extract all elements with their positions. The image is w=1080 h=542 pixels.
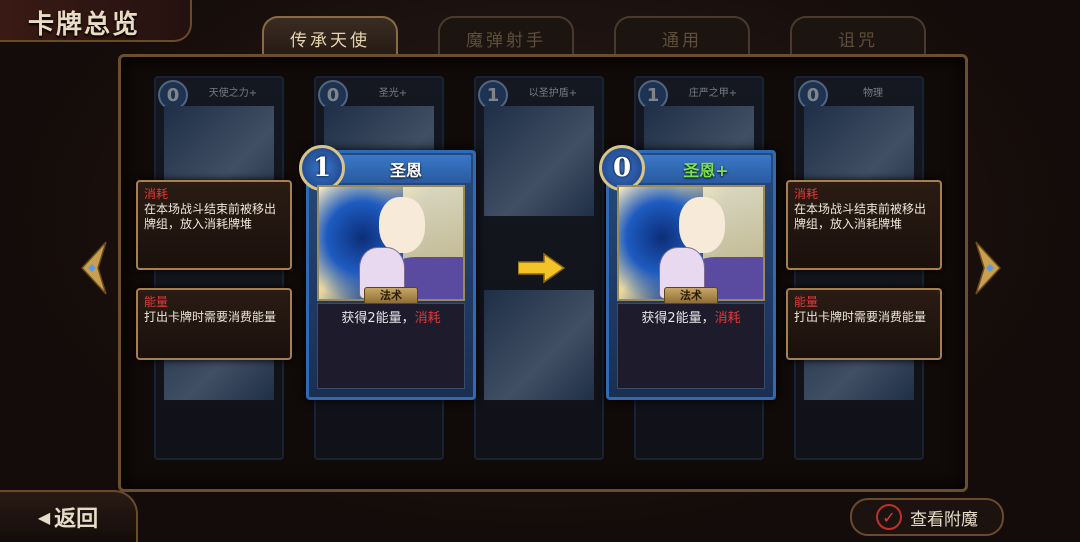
desc-keyword: 消耗: [414, 311, 441, 326]
tooltip-title: 能量: [794, 295, 819, 309]
tooltip-body: 在本场战斗结束前被移出牌组，放入消耗牌堆: [794, 202, 927, 231]
card-description: 获得2能量，消耗: [317, 303, 465, 389]
card-art: [484, 106, 594, 216]
tab-bar: 传承天使 魔弹射手 通用 诅咒: [262, 16, 926, 58]
tooltip-title: 能量: [144, 295, 169, 309]
card-name: 物理: [863, 88, 883, 99]
card-name: 圣恩+: [683, 161, 729, 180]
previous-card-arrow-icon[interactable]: [78, 240, 108, 296]
desc-keyword: 消耗: [714, 311, 741, 326]
tooltip-body: 打出卡牌时需要消费能量: [794, 310, 927, 324]
card-art: [617, 185, 765, 301]
art-face: [379, 197, 425, 253]
page-title: 卡牌总览: [28, 10, 141, 40]
view-enchantments-button[interactable]: ✓ 查看附魔: [850, 498, 1004, 536]
checkmark-icon: ✓: [876, 504, 902, 530]
tab-common[interactable]: 通用: [614, 16, 750, 58]
card-original[interactable]: 1 圣恩 法术 获得2能量，消耗: [299, 145, 476, 400]
card-name: 圣光+: [378, 88, 408, 99]
card-upgraded[interactable]: 0 圣恩+ 法术 获得2能量，消耗: [599, 145, 776, 400]
tooltip-body: 打出卡牌时需要消费能量: [144, 310, 277, 324]
next-card-arrow-icon[interactable]: [974, 240, 1004, 296]
tooltip-energy: 能量 打出卡牌时需要消费能量: [136, 288, 292, 360]
card-art: [317, 185, 465, 301]
desc-text: 获得2能量，: [341, 311, 415, 326]
view-enchantments-label: 查看附魔: [910, 509, 978, 530]
art-face: [679, 197, 725, 253]
desc-text: 获得2能量，: [641, 311, 715, 326]
back-button-label: 返回: [54, 506, 99, 532]
tooltip-exhaust: 消耗 在本场战斗结束前被移出牌组，放入消耗牌堆: [136, 180, 292, 270]
card-name: 天使之力+: [208, 88, 258, 99]
tooltip-exhaust: 消耗 在本场战斗结束前被移出牌组，放入消耗牌堆: [786, 180, 942, 270]
card-name: 圣恩: [389, 161, 422, 180]
tooltip-body: 在本场战斗结束前被移出牌组，放入消耗牌堆: [144, 202, 277, 231]
tab-magic-gunner[interactable]: 魔弹射手: [438, 16, 574, 58]
tooltip-energy: 能量 打出卡牌时需要消费能量: [786, 288, 942, 360]
card-name: 庄严之甲+: [688, 88, 738, 99]
tab-curse[interactable]: 诅咒: [790, 16, 926, 58]
card-name: 以圣护盾+: [528, 88, 578, 99]
back-button[interactable]: ◀ 返回: [0, 490, 138, 542]
tooltip-title: 消耗: [794, 187, 819, 201]
upgrade-arrow-icon: [518, 252, 566, 284]
tooltip-title: 消耗: [144, 187, 169, 201]
card-art: [484, 290, 594, 400]
tab-heritage-angel[interactable]: 传承天使: [262, 16, 398, 58]
card-description: 获得2能量，消耗: [617, 303, 765, 389]
back-arrow-icon: ◀: [37, 507, 51, 527]
